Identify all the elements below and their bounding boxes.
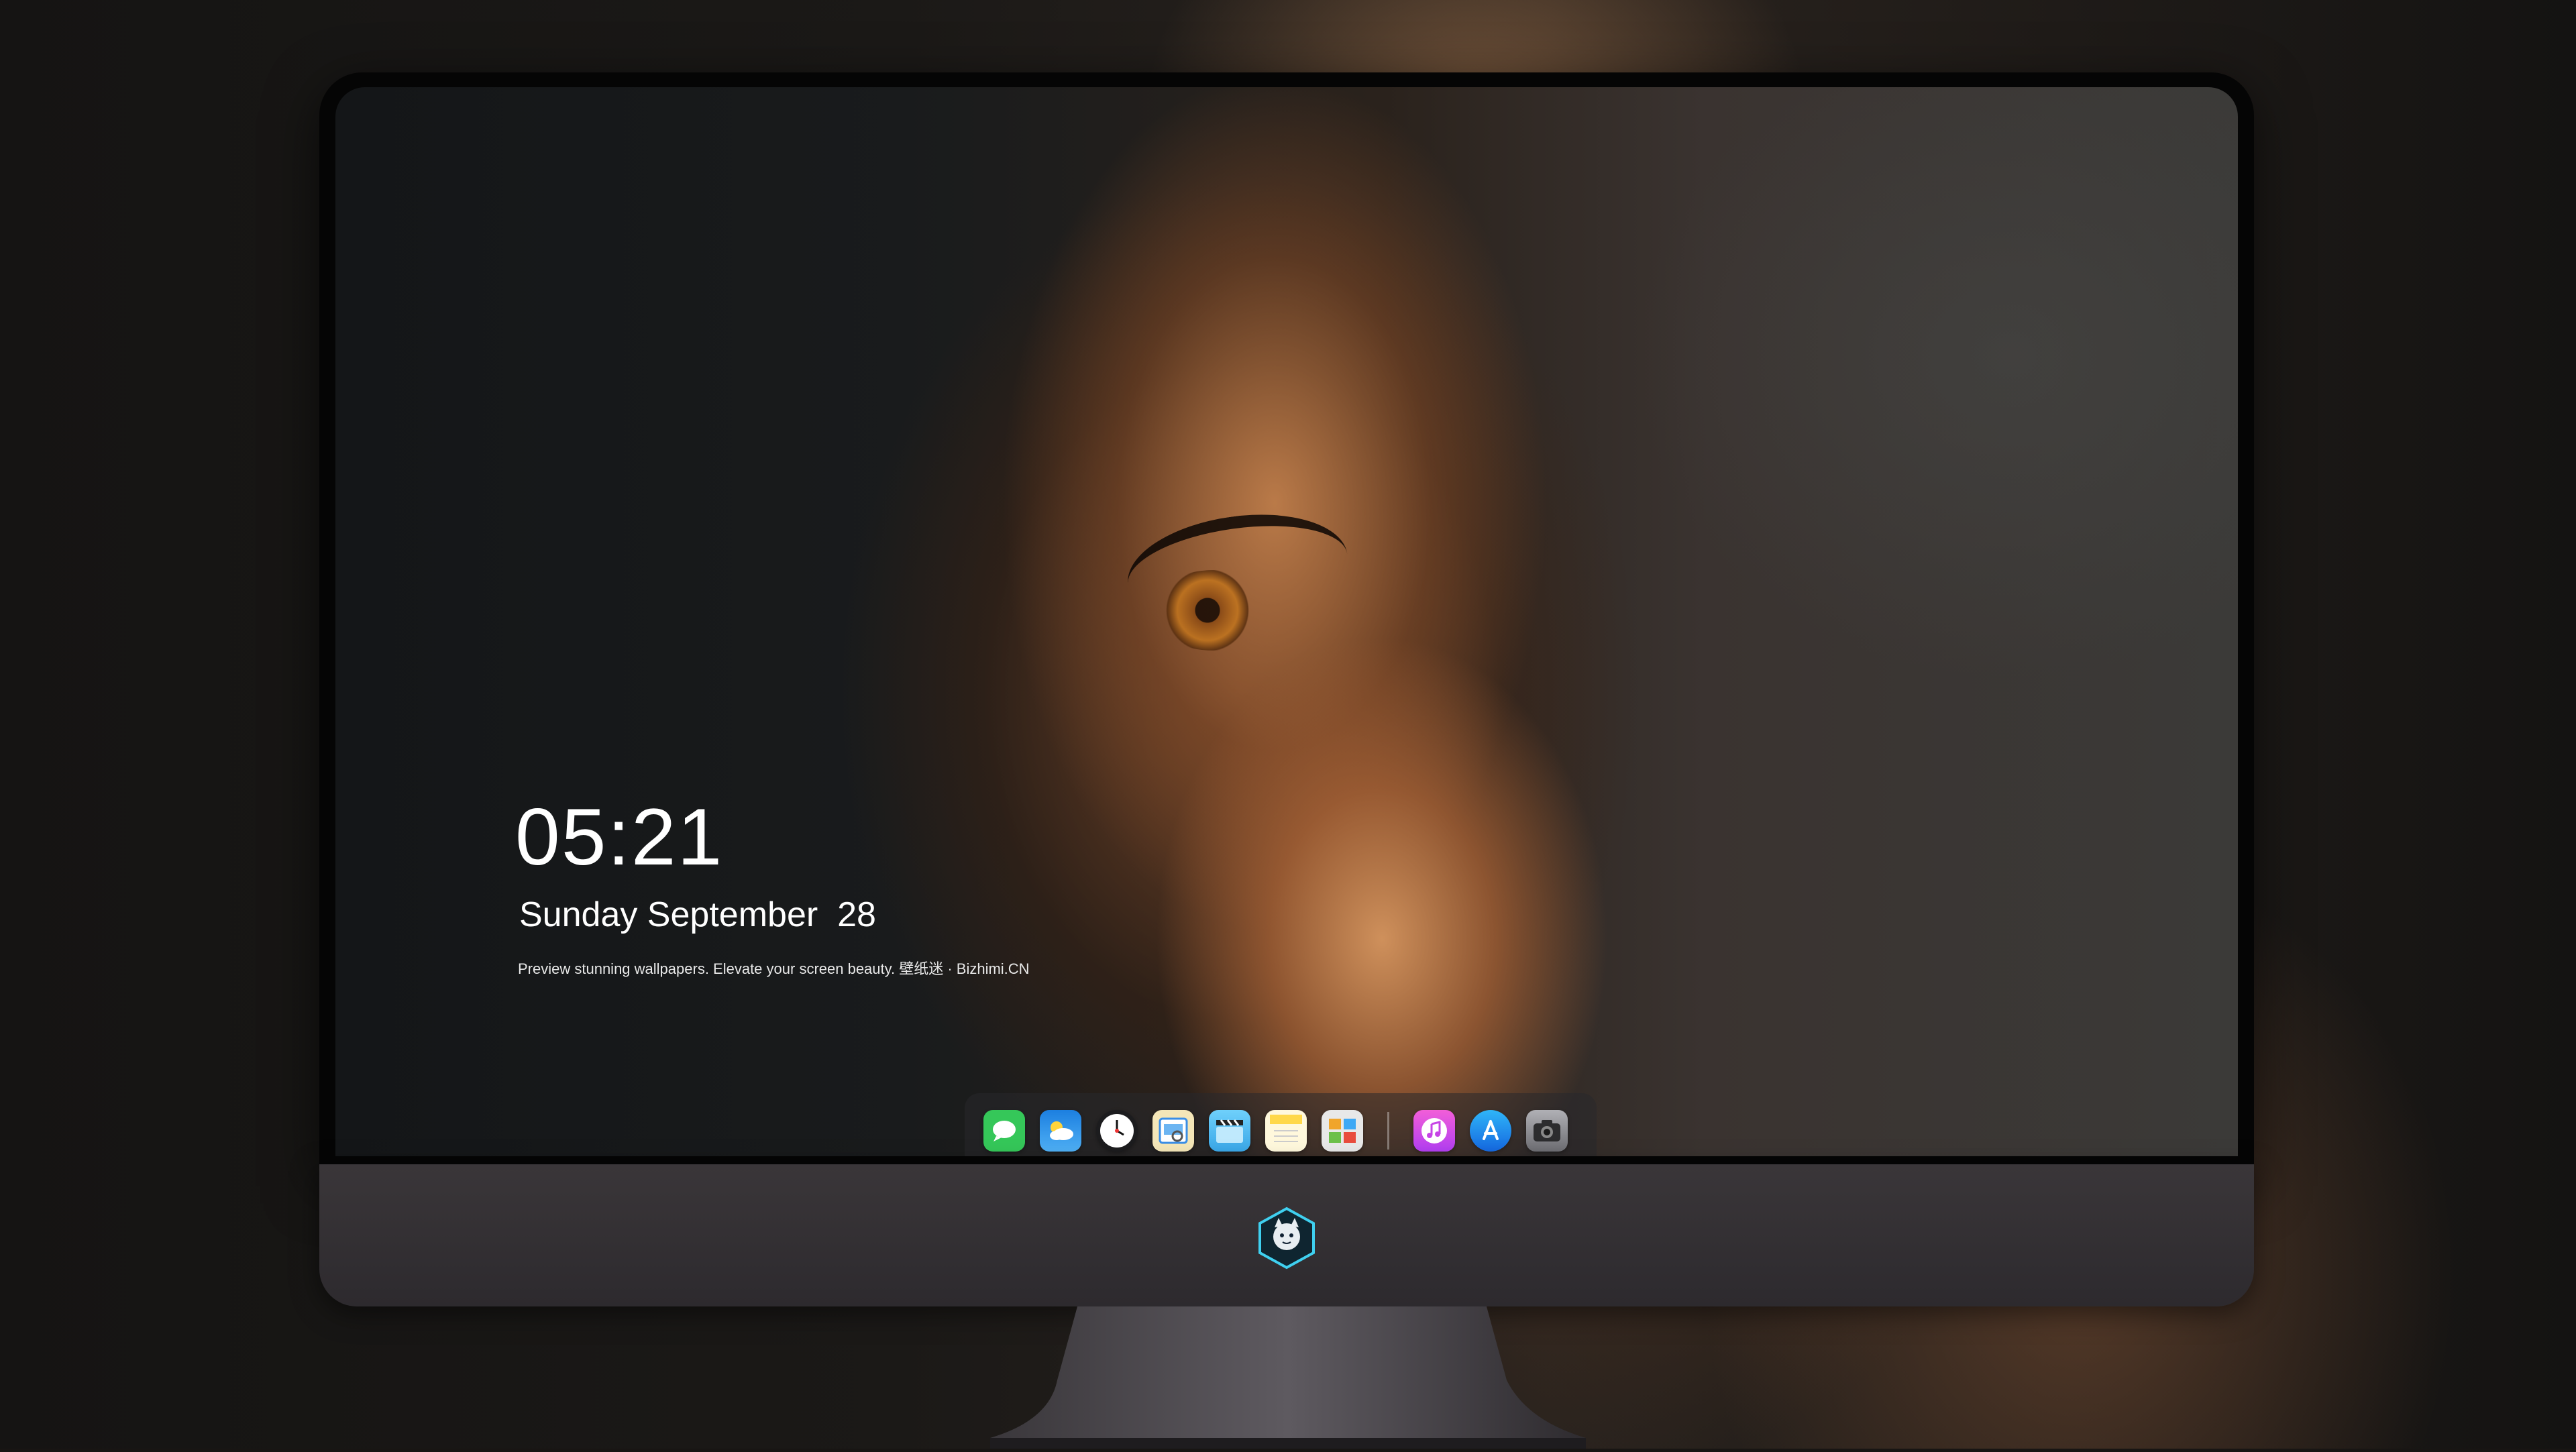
lock-screen-tagline: Preview stunning wallpapers. Elevate you… — [518, 960, 1030, 977]
wallpaper-eye — [1147, 570, 1281, 651]
messages-icon[interactable] — [983, 1110, 1025, 1152]
clock-icon[interactable] — [1096, 1110, 1138, 1152]
clapperboard-icon[interactable] — [1209, 1110, 1250, 1152]
app-store-icon[interactable] — [1470, 1110, 1511, 1152]
dock — [965, 1093, 1597, 1156]
camera-icon[interactable] — [1526, 1110, 1568, 1152]
photo-booth-icon[interactable] — [1322, 1110, 1363, 1152]
imac-monitor: 05:21 Sunday September 28 Preview stunni… — [319, 72, 2254, 1306]
monitor-bezel: 05:21 Sunday September 28 Preview stunni… — [319, 72, 2254, 1172]
notes-icon[interactable] — [1265, 1110, 1307, 1152]
itunes-icon[interactable] — [1413, 1110, 1455, 1152]
preview-icon[interactable] — [1152, 1110, 1194, 1152]
dock-separator — [1387, 1112, 1389, 1150]
weather-icon[interactable] — [1040, 1110, 1081, 1152]
lock-screen-date: Sunday September 28 — [519, 895, 876, 934]
brand-logo-icon — [1254, 1206, 1319, 1270]
monitor-stand — [990, 1306, 1586, 1449]
lock-screen-time: 05:21 — [515, 792, 724, 882]
lock-screen-wallpaper: 05:21 Sunday September 28 Preview stunni… — [335, 87, 2238, 1156]
